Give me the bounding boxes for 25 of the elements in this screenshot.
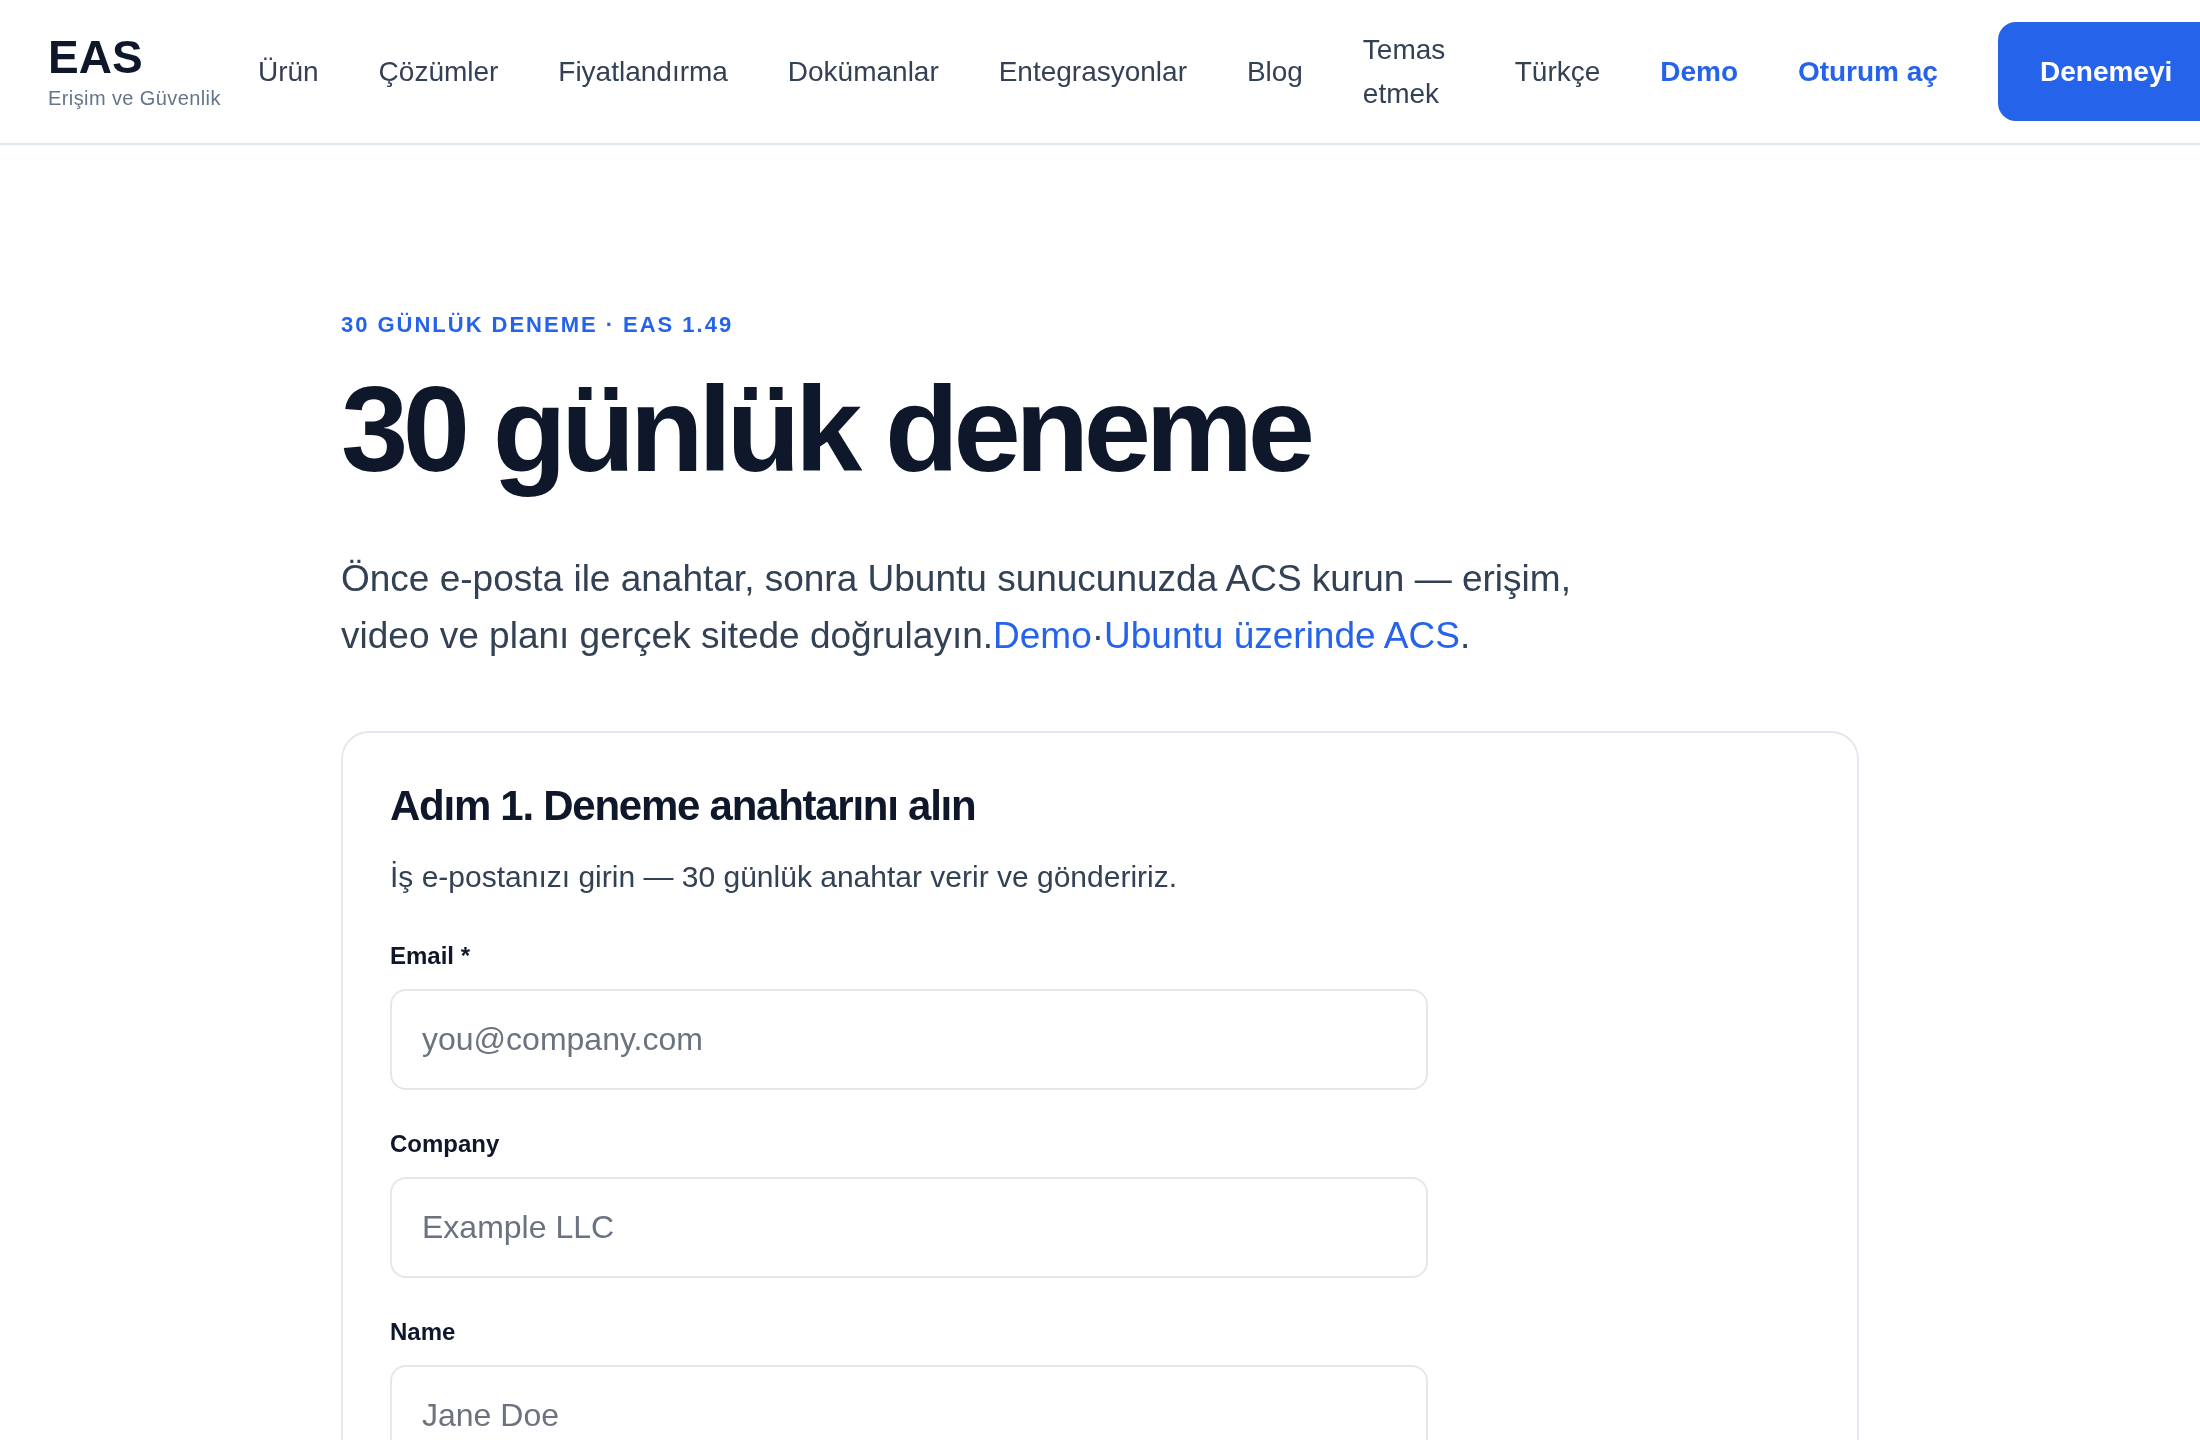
inline-link[interactable]: Ubuntu üzerinde ACS: [1104, 615, 1460, 656]
nav-link[interactable]: Fiyatlandırma: [558, 49, 728, 94]
text-field[interactable]: Jane Doe: [390, 1365, 1428, 1440]
logo-tagline: Erişim ve Güvenlik: [48, 85, 221, 110]
eyebrow-text: 30 GÜNLÜK DENEME · EAS 1.49: [341, 311, 734, 339]
nav-link[interactable]: Çözümler: [378, 49, 499, 94]
nav-link[interactable]: Ürün: [258, 49, 319, 94]
text-field[interactable]: Example LLC: [390, 1177, 1428, 1278]
card-title: Adım 1. Deneme anahtarını alın: [390, 781, 976, 831]
nav-link[interactable]: Oturum aç: [1797, 49, 1938, 94]
card-description: İş e-postanızı girin — 30 günlük anahtar verir ve göndeririz.: [390, 859, 1178, 895]
nav-link[interactable]: Dokümanlar: [787, 49, 939, 94]
nav-link[interactable]: Entegrasyonlar: [998, 49, 1187, 94]
logo-text[interactable]: EAS: [48, 33, 143, 80]
text-field[interactable]: you@company.com: [390, 989, 1428, 1090]
inline-link[interactable]: Demo: [993, 615, 1092, 656]
nav-link[interactable]: Türkçe: [1514, 49, 1601, 94]
field-label: Email *: [390, 941, 471, 971]
intro-text: Önce e-posta ile anahtar, sonra Ubuntu sunucunuzda ACS kurun — erişim, video ve planı gerçek sitede doğrulayın.Demo·Ubuntu üzerinde ACS.: [341, 557, 1572, 658]
nav-link[interactable]: Demo: [1660, 49, 1738, 94]
nav-link[interactable]: Temas etmek: [1362, 27, 1455, 116]
field-label: Company: [390, 1129, 500, 1159]
cta-button[interactable]: Denemeyi: [1998, 22, 2200, 121]
nav-link[interactable]: Blog: [1246, 49, 1303, 94]
field-label: Name: [390, 1317, 456, 1347]
